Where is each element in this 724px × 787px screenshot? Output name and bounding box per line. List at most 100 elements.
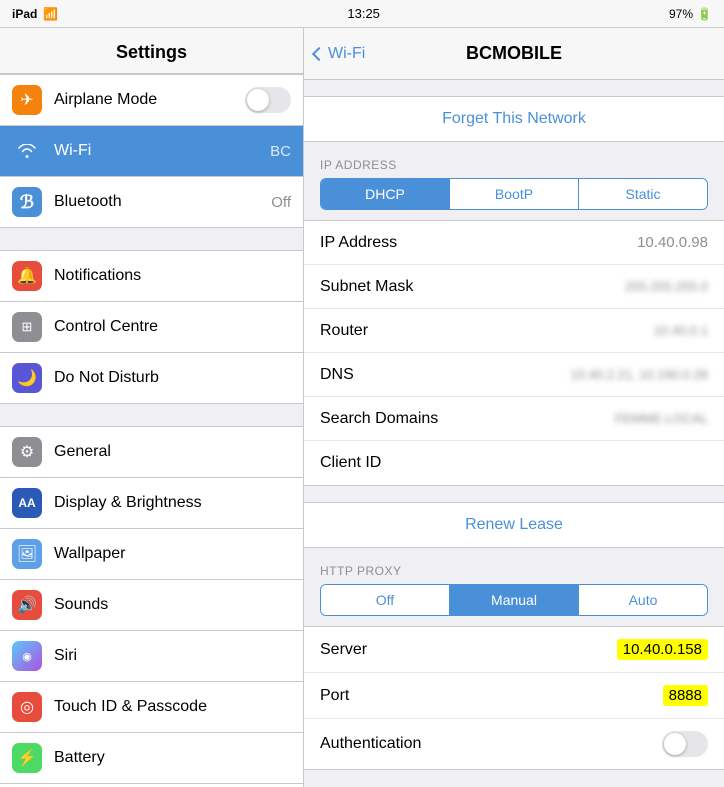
server-value: 10.40.0.158 [617,639,708,660]
sidebar-item-label: Battery [54,749,291,767]
control-icon: ⊞ [12,312,42,342]
sidebar-item-label: Airplane Mode [54,91,245,109]
dns-label: DNS [320,366,571,384]
sidebar-item-touchid[interactable]: ◎ Touch ID & Passcode [0,682,303,733]
sidebar-item-label: Wallpaper [54,545,291,563]
ip-row-label: IP Address [320,234,637,252]
touchid-icon: ◎ [12,692,42,722]
detail-title: BCMOBILE [466,43,562,64]
search-domains-value: FEMME.LOCAL [615,411,708,426]
client-id-label: Client ID [320,454,708,472]
ip-address-label: IP ADDRESS [304,158,724,178]
sidebar-item-bluetooth[interactable]: ℬ Bluetooth Off [0,177,303,228]
chevron-left-icon [312,46,326,60]
sidebar-item-label: General [54,443,291,461]
battery-icon: 🔋 [697,7,712,21]
sidebar-item-sounds[interactable]: 🔊 Sounds [0,580,303,631]
ip-row-value: 10.40.0.98 [637,234,708,251]
sidebar-item-display[interactable]: AA Display & Brightness [0,478,303,529]
search-domains-row: Search Domains FEMME.LOCAL [304,397,724,441]
display-icon: AA [12,488,42,518]
renew-section: Renew Lease [304,502,724,548]
sidebar-bluetooth-value: Off [271,194,291,211]
sidebar-item-wallpaper[interactable]: 🖼 Wallpaper [0,529,303,580]
status-time: 13:25 [347,6,380,21]
sidebar-item-label: Sounds [54,596,291,614]
sidebar-item-label: Wi-Fi [54,142,270,160]
renew-button[interactable]: Renew Lease [320,516,708,534]
forget-button[interactable]: Forget This Network [320,110,708,128]
sounds-icon: 🔊 [12,590,42,620]
authentication-toggle[interactable] [662,731,708,757]
airplane-icon: ✈ [12,85,42,115]
subnet-value: 255.255.255.0 [625,279,708,294]
tab-dhcp[interactable]: DHCP [321,179,450,209]
server-label: Server [320,641,617,659]
ip-segment-control[interactable]: DHCP BootP Static [320,178,708,210]
sidebar-item-battery[interactable]: ⚡ Battery [0,733,303,784]
tab-auto[interactable]: Auto [579,585,707,615]
tab-manual[interactable]: Manual [450,585,579,615]
search-domains-label: Search Domains [320,410,615,428]
dns-row: DNS 10.40.2.21, 10.190.0.28 [304,353,724,397]
detail-header: Wi-Fi BCMOBILE [304,28,724,80]
section-gap-1 [0,228,303,250]
status-left: iPad 📶 [12,7,58,21]
authentication-label: Authentication [320,735,662,753]
port-value: 8888 [663,685,708,706]
sidebar-item-label: Do Not Disturb [54,369,291,387]
tab-off[interactable]: Off [321,585,450,615]
sidebar-group-preferences: ⚙ General AA Display & Brightness 🖼 Wall… [0,426,303,787]
router-row: Router 10.40.0.1 [304,309,724,353]
battery-sidebar-icon: ⚡ [12,743,42,773]
back-button[interactable]: Wi-Fi [314,45,365,63]
wifi-icon: 📶 [43,7,58,21]
sidebar-item-siri[interactable]: ◉ Siri [0,631,303,682]
sidebar-item-notifications[interactable]: 🔔 Notifications [0,250,303,302]
sidebar-item-dnd[interactable]: 🌙 Do Not Disturb [0,353,303,404]
ip-rows-card: IP Address 10.40.0.98 Subnet Mask 255.25… [304,220,724,486]
renew-row[interactable]: Renew Lease [304,503,724,547]
dns-value: 10.40.2.21, 10.190.0.28 [571,367,708,382]
back-label: Wi-Fi [328,45,365,63]
right-panel: Wi-Fi BCMOBILE Forget This Network IP AD… [304,28,724,787]
dnd-icon: 🌙 [12,363,42,393]
proxy-segment-control[interactable]: Off Manual Auto [320,584,708,616]
status-right: 97% 🔋 [669,7,712,21]
sidebar-wifi-value: BC [270,143,291,160]
sidebar-item-label: Bluetooth [54,193,271,211]
sidebar-item-wifi[interactable]: Wi-Fi BC [0,126,303,177]
tab-static[interactable]: Static [579,179,707,209]
sidebar-group-system: 🔔 Notifications ⊞ Control Centre 🌙 Do No… [0,250,303,404]
subnet-mask-row: Subnet Mask 255.255.255.0 [304,265,724,309]
spacer2 [304,616,724,626]
wifi-sidebar-icon [12,136,42,166]
tab-bootp[interactable]: BootP [450,179,579,209]
forget-section: Forget This Network [304,96,724,142]
sidebar-item-label: Display & Brightness [54,494,291,512]
sidebar-item-label: Control Centre [54,318,291,336]
ip-address-section: IP ADDRESS DHCP BootP Static IP Address … [304,158,724,486]
sidebar-title: Settings [116,42,187,62]
device-label: iPad [12,7,37,21]
section-gap-2 [0,404,303,426]
sidebar-item-label: Siri [54,647,291,665]
server-row: Server 10.40.0.158 [304,627,724,673]
sidebar-item-label: Touch ID & Passcode [54,698,291,716]
http-proxy-label: HTTP PROXY [304,564,724,584]
spacer [304,210,724,220]
status-bar: iPad 📶 13:25 97% 🔋 [0,0,724,28]
forget-card: Forget This Network [304,96,724,142]
subnet-label: Subnet Mask [320,278,625,296]
renew-card: Renew Lease [304,502,724,548]
sidebar-item-control[interactable]: ⊞ Control Centre [0,302,303,353]
bluetooth-icon: ℬ [12,187,42,217]
siri-icon: ◉ [12,641,42,671]
sidebar-group-connectivity: ✈ Airplane Mode Wi-Fi BC ℬ Blu [0,74,303,228]
sidebar-item-general[interactable]: ⚙ General [0,426,303,478]
proxy-rows-card: Server 10.40.0.158 Port 8888 Authenticat… [304,626,724,770]
sidebar-item-airplane[interactable]: ✈ Airplane Mode [0,74,303,126]
airplane-toggle[interactable] [245,87,291,113]
ip-address-row: IP Address 10.40.0.98 [304,221,724,265]
forget-row[interactable]: Forget This Network [304,97,724,141]
